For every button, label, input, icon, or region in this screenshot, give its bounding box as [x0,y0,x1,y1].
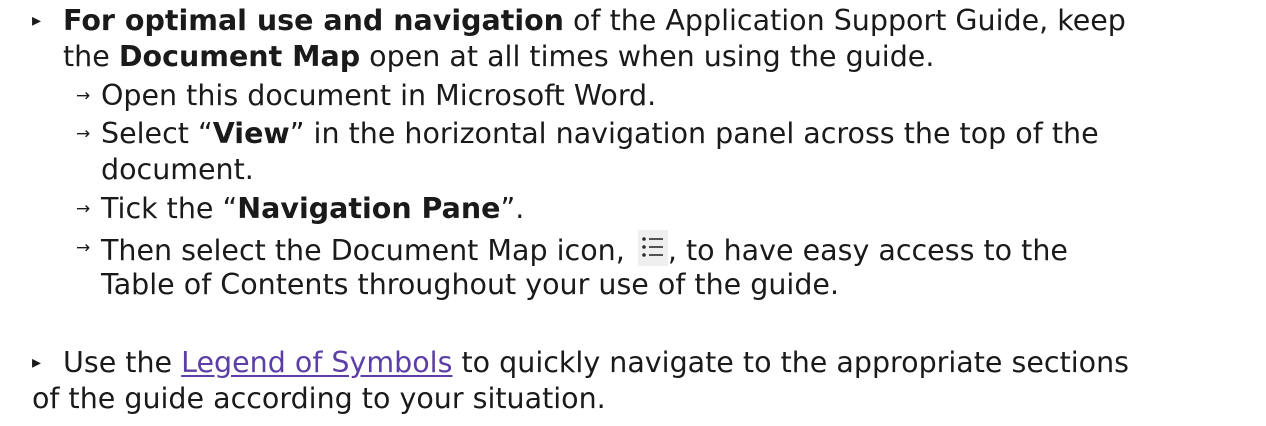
text-segment: Select “ [101,117,213,150]
legend-of-symbols-link[interactable]: Legend of Symbols [181,346,452,379]
bold-document-map: Document Map [118,40,361,73]
arrow-bullet-icon: → [76,199,91,219]
sub-item-text: Open this document in Microsoft Word. [101,79,657,112]
main-bullet-text-2-line-2: of the guide according to your situation… [32,382,606,415]
text-segment: of the Application Support Guide, keep [563,4,1126,37]
text-segment: ” in the horizontal navigation panel acr… [289,117,1099,150]
arrow-bullet-icon: → [76,86,91,106]
bold-view: View [212,117,290,150]
arrow-bullet-icon: → [76,238,91,258]
text-segment: to quickly navigate to the appropriate s… [452,346,1130,379]
sub-item-text: Then select the Document Map icon, , to … [101,230,1251,269]
main-bullet-text-2: Use the Legend of Symbols to quickly nav… [63,345,1253,381]
triangle-bullet-icon: ▸ [32,352,42,373]
main-bullet-text-1-line-2: the Document Map open at all times when … [63,39,1253,75]
sub-item-text: Table of Contents throughout your use of… [101,268,840,301]
document-page: ▸ For optimal use and navigation of the … [0,0,1266,426]
list-icon [637,230,668,266]
bold-navigation-pane: Navigation Pane [237,192,501,225]
sub-item-text: Tick the “Navigation Pane”. [101,191,1251,227]
text-segment: Then select the Document Map icon, [101,234,634,267]
text-segment: Tick the “ [101,192,238,225]
sub-item-text: document. [101,153,254,186]
triangle-bullet-icon: ▸ [32,10,42,31]
arrow-bullet-icon: → [76,124,91,144]
text-segment: the [63,40,119,73]
sub-item-text: Select “View” in the horizontal navigati… [101,116,1251,152]
text-segment: ”. [500,192,525,225]
text-segment: open at all times when using the guide. [360,40,935,73]
bold-lead-text: For optimal use and navigation [63,4,564,37]
text-segment: , to have easy access to the [667,234,1068,267]
main-bullet-text-1: For optimal use and navigation of the Ap… [63,3,1253,39]
text-segment: Use the [63,346,182,379]
